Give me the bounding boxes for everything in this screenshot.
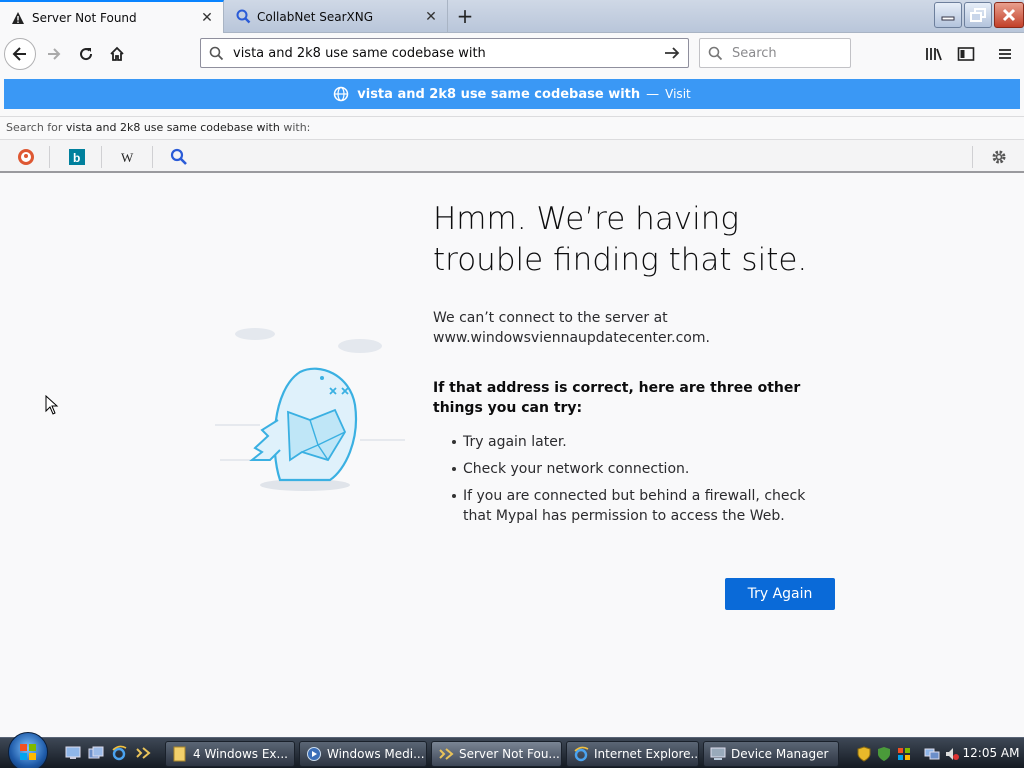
sidebar-icon[interactable]	[954, 42, 978, 66]
taskbar-item[interactable]: Windows Medi...	[299, 741, 427, 767]
separator	[101, 146, 102, 168]
list-item: Check your network connection.	[433, 459, 833, 479]
search-for-row: Search for vista and 2k8 use same codeba…	[0, 116, 1024, 138]
go-arrow-icon[interactable]	[660, 46, 684, 60]
separator	[972, 146, 973, 168]
taskbar-item-label: Windows Medi...	[327, 747, 425, 761]
one-click-search-engines: b W	[0, 139, 1024, 173]
taskbar-item-label: 4 Windows Ex...	[193, 747, 288, 761]
search-placeholder: Search	[732, 45, 777, 61]
searxng-icon[interactable]	[168, 146, 190, 168]
navigation-toolbar: vista and 2k8 use same codebase with Sea…	[0, 34, 1024, 74]
windows-taskbar: 4 Windows Ex... ▼ Windows Medi... Server…	[0, 732, 1024, 768]
ie-icon	[573, 746, 589, 762]
home-button[interactable]	[101, 38, 133, 70]
error-description-line: We can’t connect to the server at	[433, 310, 668, 326]
search-for-query: vista and 2k8 use same codebase with	[65, 121, 280, 134]
tab-label: Server Not Found	[32, 10, 137, 25]
url-input[interactable]: vista and 2k8 use same codebase with	[233, 46, 660, 61]
window-controls	[932, 2, 1024, 30]
wikipedia-icon[interactable]: W	[117, 146, 139, 168]
restore-button[interactable]	[964, 2, 992, 28]
new-tab-button[interactable]: +	[452, 4, 478, 28]
try-again-button[interactable]: Try Again	[725, 578, 835, 610]
error-title: Hmm. We’re having trouble finding that s…	[433, 201, 808, 278]
search-for-suffix: with:	[283, 121, 311, 134]
device-manager-icon	[710, 746, 726, 762]
autocomplete-visit-row[interactable]: vista and 2k8 use same codebase with — V…	[4, 79, 1020, 109]
switch-windows-icon[interactable]	[87, 744, 105, 762]
duckduckgo-icon[interactable]	[15, 146, 37, 168]
ie-icon[interactable]	[110, 744, 128, 762]
close-window-button[interactable]	[994, 2, 1024, 28]
forward-button[interactable]	[38, 38, 70, 70]
security-center-icon[interactable]	[876, 746, 892, 762]
error-description: We can’t connect to the server at www.wi…	[433, 308, 853, 348]
mypal-icon	[438, 746, 454, 762]
menu-icon[interactable]	[993, 42, 1017, 66]
error-suggestions-list: Try again later. Check your network conn…	[433, 432, 833, 533]
close-tab-icon[interactable]: ✕	[423, 9, 439, 25]
volume-muted-icon[interactable]	[944, 746, 960, 762]
search-icon	[235, 9, 251, 25]
close-tab-icon[interactable]: ✕	[199, 10, 215, 26]
error-illustration	[210, 320, 410, 500]
media-player-icon	[306, 746, 322, 762]
show-desktop-icon[interactable]	[64, 744, 82, 762]
error-suggestions-heading: If that address is correct, here are thr…	[433, 380, 801, 416]
error-address: www.windowsviennaupdatecenter.com.	[433, 330, 710, 346]
mypal-icon[interactable]	[134, 744, 152, 762]
tab-label: CollabNet SearXNG	[257, 9, 374, 24]
autocomplete-query: vista and 2k8 use same codebase with	[357, 86, 641, 102]
globe-icon	[333, 85, 351, 103]
taskbar-item-label: Internet Explore...	[594, 747, 699, 761]
taskbar-item[interactable]: Device Manager	[703, 741, 839, 767]
clock[interactable]: 12:05 AM	[960, 738, 1022, 768]
taskbar-item[interactable]: Internet Explore...	[566, 741, 699, 767]
shield-icon[interactable]	[856, 746, 872, 762]
search-icon	[209, 46, 227, 61]
url-bar[interactable]: vista and 2k8 use same codebase with	[200, 38, 689, 68]
list-item: If you are connected but behind a firewa…	[433, 486, 833, 526]
taskbar-item-label: Server Not Fou...	[459, 747, 560, 761]
taskbar-item-active[interactable]: Server Not Fou...	[431, 741, 562, 767]
chevron-down-icon: ▼	[294, 749, 295, 759]
search-bar[interactable]: Search	[699, 38, 851, 68]
autocomplete-visit-label: Visit	[665, 87, 691, 101]
start-button[interactable]	[8, 732, 48, 768]
autocomplete-dash: —	[646, 86, 660, 102]
minimize-button[interactable]	[934, 2, 962, 28]
taskbar-item-label: Device Manager	[731, 747, 829, 761]
mouse-cursor-icon	[45, 394, 59, 415]
gear-icon[interactable]	[988, 146, 1010, 168]
back-button[interactable]	[4, 38, 36, 70]
folder-icon	[172, 746, 188, 762]
network-icon[interactable]	[924, 746, 940, 762]
svg-text:b: b	[73, 151, 80, 165]
bing-icon[interactable]: b	[66, 146, 88, 168]
tab-collabnet-searxng[interactable]: CollabNet SearXNG ✕	[225, 0, 448, 33]
search-icon	[708, 46, 726, 61]
list-item: Try again later.	[433, 432, 833, 452]
separator	[49, 146, 50, 168]
warning-icon	[10, 10, 26, 26]
search-for-prefix: Search for	[6, 121, 63, 134]
reload-button[interactable]	[70, 38, 102, 70]
library-icon[interactable]	[922, 42, 946, 66]
tab-server-not-found[interactable]: Server Not Found ✕	[0, 0, 224, 33]
separator	[152, 146, 153, 168]
taskbar-item[interactable]: 4 Windows Ex... ▼	[165, 741, 295, 767]
tab-strip: Server Not Found ✕ CollabNet SearXNG ✕ +	[0, 0, 1024, 33]
svg-text:W: W	[121, 150, 134, 165]
windows-flag-icon[interactable]	[896, 746, 912, 762]
